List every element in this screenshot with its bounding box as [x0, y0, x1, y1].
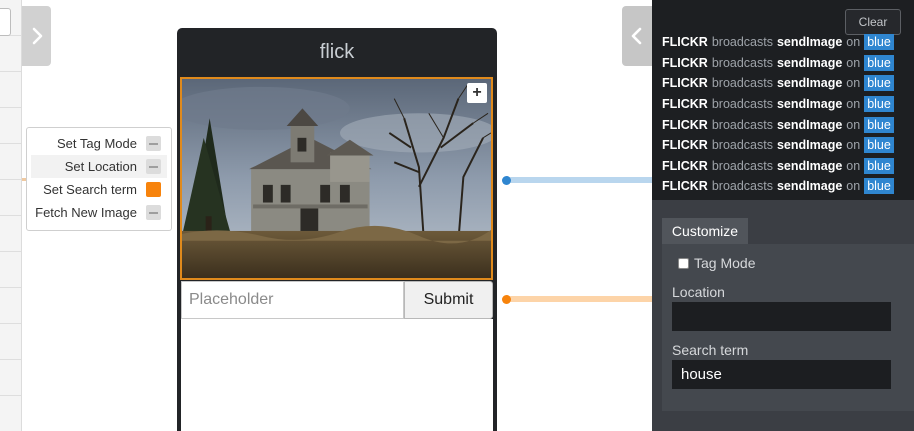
log-entry: FLICKR broadcasts sendImage on blue: [662, 114, 912, 135]
tag-mode-label: Tag Mode: [694, 255, 756, 271]
output-wire-blue: [506, 177, 652, 183]
inspector-panel: Clear FLICKR broadcasts sendImage on blue FL…: [652, 0, 914, 431]
channel-badge: blue: [864, 34, 894, 51]
input-toggle-active[interactable]: [146, 182, 161, 197]
log-entry: FLICKR broadcasts sendImage on blue: [662, 53, 912, 74]
channel-badge: blue: [864, 96, 894, 113]
house-photo: [182, 79, 491, 278]
output-wire-orange: [506, 296, 652, 302]
sidebar-row: [0, 108, 21, 144]
flick-widget: flick + Placeholder Submit: [177, 28, 497, 431]
event-log: Clear FLICKR broadcasts sendImage on blue FL…: [652, 0, 914, 200]
inputs-node: Set Tag Mode Set Location Set Search ter…: [26, 127, 172, 231]
tag-mode-checkbox[interactable]: [678, 257, 689, 269]
submit-button[interactable]: Submit: [404, 281, 493, 319]
input-label: Set Tag Mode: [57, 136, 137, 151]
widget-body: [181, 319, 493, 431]
log-entry: FLICKR broadcasts sendImage on blue: [662, 32, 912, 53]
search-term-label: Search term: [672, 342, 749, 358]
search-term-field[interactable]: [672, 360, 891, 389]
tab-customize[interactable]: Customize: [662, 218, 748, 244]
search-row: Submit: [181, 281, 493, 319]
input-toggle[interactable]: [146, 205, 161, 220]
channel-badge: blue: [864, 54, 894, 71]
chevron-right-icon: [32, 27, 42, 45]
input-row-tag-mode[interactable]: Set Tag Mode: [31, 132, 167, 155]
log-entry: FLICKR broadcasts sendImage on blue: [662, 176, 912, 197]
plus-icon: +: [472, 84, 482, 101]
sidebar-row: [0, 180, 21, 216]
flickr-image[interactable]: +: [180, 77, 493, 280]
channel-badge: blue: [864, 137, 894, 154]
sidebar-row: [0, 288, 21, 324]
sidebar-row: [0, 36, 21, 72]
minus-icon: [149, 211, 158, 214]
log-list: FLICKR broadcasts sendImage on blue FLICKR br…: [662, 32, 912, 197]
tag-mode-option[interactable]: Tag Mode: [678, 255, 755, 271]
input-label: Fetch New Image: [35, 205, 137, 220]
location-label: Location: [672, 284, 725, 300]
sidebar-row: [0, 216, 21, 252]
log-entry: FLICKR broadcasts sendImage on blue: [662, 156, 912, 177]
input-label: Set Search term: [43, 182, 137, 197]
channel-badge: blue: [864, 116, 894, 133]
log-entry: FLICKR broadcasts sendImage on blue: [662, 135, 912, 156]
channel-badge: blue: [864, 75, 894, 92]
sidebar-row: [0, 252, 21, 288]
input-label: Set Location: [64, 159, 137, 174]
customize-form: Tag Mode Location Search term: [662, 244, 914, 411]
chevron-left-icon: [631, 27, 642, 45]
sidebar-row: [0, 360, 21, 396]
log-entry: FLICKR broadcasts sendImage on blue: [662, 73, 912, 94]
channel-badge: blue: [864, 157, 894, 174]
input-row-fetch-image[interactable]: Fetch New Image: [31, 201, 167, 224]
input-toggle[interactable]: [146, 136, 161, 151]
minus-icon: [149, 165, 158, 168]
sidebar-row: [0, 72, 21, 108]
output-port-orange[interactable]: [502, 295, 511, 304]
left-sidebar: [0, 0, 22, 431]
sidebar-row: [0, 396, 21, 431]
sidebar-row: [0, 144, 21, 180]
widget-title: flick: [319, 40, 355, 63]
output-port-blue[interactable]: [502, 176, 511, 185]
input-row-location[interactable]: Set Location: [31, 155, 167, 178]
search-input[interactable]: [181, 281, 404, 319]
input-row-search-term[interactable]: Set Search term: [31, 178, 167, 201]
sidebar-row: [0, 324, 21, 360]
sidebar-search-field[interactable]: [0, 8, 11, 36]
collapse-panel-button[interactable]: [622, 6, 652, 66]
location-field[interactable]: [672, 302, 891, 331]
minus-icon: [149, 142, 158, 145]
zoom-button[interactable]: +: [467, 83, 487, 103]
channel-badge: blue: [864, 178, 894, 195]
expand-sidebar-button[interactable]: [22, 6, 51, 66]
log-entry: FLICKR broadcasts sendImage on blue: [662, 94, 912, 115]
input-toggle[interactable]: [146, 159, 161, 174]
